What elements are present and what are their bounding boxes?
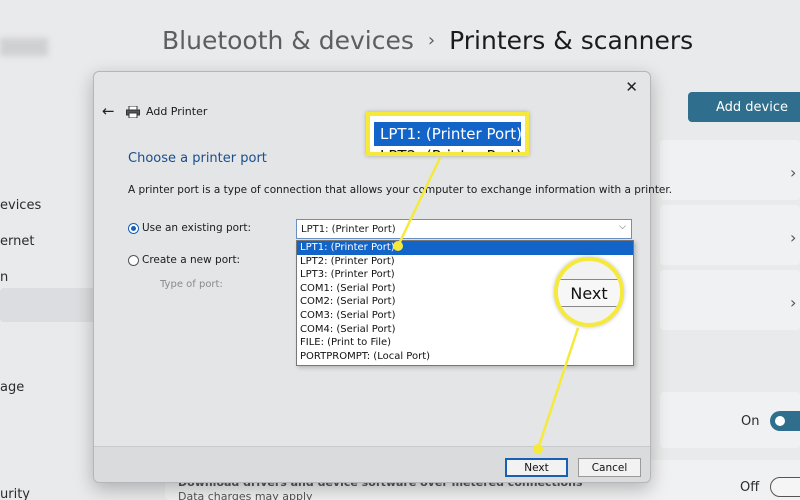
type-of-port-label: Type of port: <box>160 279 223 290</box>
page-description: A printer port is a type of connection t… <box>128 184 673 196</box>
metered-download-note: Data charges may apply <box>178 490 313 500</box>
breadcrumb-separator: › <box>427 30 436 51</box>
callout-zoom-port: LPT1: (Printer Port) LPT2: (Printer Port… <box>366 112 529 156</box>
sidebar-item-storage[interactable]: age <box>0 380 24 395</box>
settings-card <box>660 140 800 200</box>
existing-port-select[interactable]: LPT1: (Printer Port) ⌵ <box>296 219 632 239</box>
add-device-button[interactable]: Add device <box>688 92 800 122</box>
create-new-port-label: Create a new port: <box>142 254 241 266</box>
sidebar-item-internet[interactable]: ernet <box>0 234 34 249</box>
use-existing-port-label: Use an existing port: <box>142 222 252 234</box>
create-new-port-option[interactable]: Create a new port: <box>128 254 240 266</box>
chevron-right-icon[interactable]: › <box>790 163 796 182</box>
cancel-button[interactable]: Cancel <box>578 458 641 477</box>
toggle-switch-on[interactable] <box>770 411 800 431</box>
blurred-header-text <box>0 38 48 56</box>
printer-icon <box>126 106 140 118</box>
breadcrumb-current: Printers & scanners <box>449 26 694 55</box>
breadcrumb-parent[interactable]: Bluetooth & devices <box>162 26 414 55</box>
port-option-file[interactable]: FILE: (Print to File) <box>297 336 633 350</box>
toggle-off-label: Off <box>740 480 760 495</box>
callout-next-button: Next <box>558 279 620 307</box>
callout-selected-port: LPT1: (Printer Port) <box>374 122 522 146</box>
sidebar-item-partial[interactable]: n <box>0 270 8 285</box>
dialog-title: Add Printer <box>146 105 208 118</box>
use-existing-port-radio[interactable] <box>128 222 139 234</box>
sidebar-item-devices[interactable]: evices <box>0 198 41 213</box>
use-existing-port-option[interactable]: Use an existing port: <box>128 222 251 234</box>
next-button[interactable]: Next <box>505 458 568 477</box>
settings-card <box>660 205 800 265</box>
toggle-on-label: On <box>741 414 760 429</box>
settings-card <box>660 270 800 330</box>
back-arrow-icon[interactable]: ← <box>102 102 115 120</box>
chevron-right-icon[interactable]: › <box>790 293 796 312</box>
callout-next-port: LPT2: (Printer Port) <box>380 147 523 156</box>
chevron-right-icon[interactable]: › <box>790 228 796 247</box>
selected-port-value: LPT1: (Printer Port) <box>301 223 396 235</box>
close-icon[interactable]: ✕ <box>625 78 638 96</box>
toggle-switch-off[interactable] <box>770 477 800 497</box>
dialog-footer: Next Cancel <box>94 446 650 482</box>
sidebar-item-security[interactable]: urity <box>0 487 30 500</box>
port-option-portprompt[interactable]: PORTPROMPT: (Local Port) <box>297 350 633 364</box>
breadcrumb: Bluetooth & devices › Printers & scanners <box>162 26 693 55</box>
chevron-down-icon[interactable]: ⌵ <box>619 222 626 232</box>
port-option-lpt1[interactable]: LPT1: (Printer Port) <box>297 241 633 255</box>
page-heading: Choose a printer port <box>128 151 267 166</box>
callout-zoom-next: Next <box>554 257 624 327</box>
create-new-port-radio[interactable] <box>128 254 139 266</box>
